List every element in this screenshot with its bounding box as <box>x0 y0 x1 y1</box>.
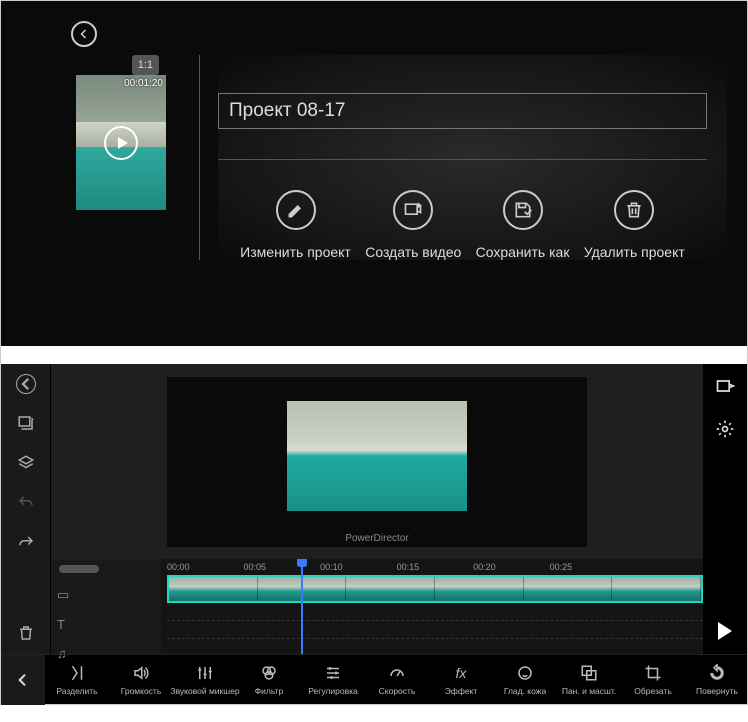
toolbar-back-button[interactable] <box>1 655 45 705</box>
adjust-icon <box>323 663 343 683</box>
speed-icon <box>387 663 407 683</box>
delete-button[interactable] <box>15 622 37 644</box>
text-track-icon: T <box>57 617 155 632</box>
filter-button[interactable]: Фильтр <box>237 663 301 696</box>
timeline[interactable]: 00:00 00:05 00:10 00:15 00:20 00:25 <box>161 559 703 654</box>
panzoom-icon <box>579 663 599 683</box>
split-button[interactable]: Разделить <box>45 663 109 696</box>
preview-area[interactable]: PowerDirector <box>167 377 587 547</box>
play-icon <box>104 126 138 160</box>
effect-button[interactable]: fx Эффект <box>429 663 493 696</box>
project-duration: 00:01:20 <box>124 78 163 89</box>
filter-icon <box>259 663 279 683</box>
playhead[interactable] <box>301 559 303 654</box>
play-button[interactable] <box>718 622 732 640</box>
mixer-icon <box>195 663 215 683</box>
volume-button[interactable]: Громкость <box>109 663 173 696</box>
export-button[interactable] <box>715 376 735 401</box>
film-export-icon <box>393 190 433 230</box>
aspect-ratio-badge: 1:1 <box>132 55 159 75</box>
back-button[interactable] <box>71 21 97 47</box>
media-library-button[interactable] <box>15 412 37 434</box>
trash-icon <box>614 190 654 230</box>
speed-button[interactable]: Скорость <box>365 663 429 696</box>
panzoom-button[interactable]: Пан. и масшт. <box>557 663 621 696</box>
crop-icon <box>643 663 663 683</box>
effect-icon: fx <box>451 663 471 683</box>
editor-back-button[interactable] <box>16 374 36 394</box>
rotate-button[interactable]: Повернуть <box>685 663 747 696</box>
produce-video-button[interactable]: Создать видео <box>365 190 461 260</box>
audio-track[interactable] <box>167 621 703 639</box>
drag-handle[interactable] <box>59 565 99 573</box>
pencil-icon <box>276 190 316 230</box>
project-title-input[interactable] <box>218 93 707 129</box>
preview-frame <box>287 401 467 511</box>
video-clip[interactable] <box>167 575 703 603</box>
divider <box>199 55 200 260</box>
volume-icon <box>131 663 151 683</box>
settings-button[interactable] <box>715 419 735 444</box>
save-icon <box>503 190 543 230</box>
layers-button[interactable] <box>15 452 37 474</box>
project-thumbnail[interactable]: 00:01:20 <box>76 75 166 210</box>
edit-project-button[interactable]: Изменить проект <box>240 190 351 260</box>
save-as-button[interactable]: Сохранить как <box>476 190 570 260</box>
undo-button[interactable] <box>15 492 37 514</box>
video-track-icon: ▭ <box>57 587 155 603</box>
mixer-button[interactable]: Звуковой микшер <box>173 663 237 696</box>
crop-button[interactable]: Обрезать <box>621 663 685 696</box>
adjust-button[interactable]: Регулировка <box>301 663 365 696</box>
text-track[interactable] <box>167 603 703 621</box>
face-icon <box>515 663 535 683</box>
delete-project-button[interactable]: Удалить проект <box>584 190 685 260</box>
skin-button[interactable]: Глад. кожа <box>493 663 557 696</box>
rotate-icon <box>707 663 727 683</box>
time-ruler: 00:00 00:05 00:10 00:15 00:20 00:25 <box>161 559 703 575</box>
watermark: PowerDirector <box>345 533 408 544</box>
audio-track-icon: ♫ <box>57 646 155 661</box>
split-icon <box>67 663 87 683</box>
divider <box>218 159 707 160</box>
redo-button[interactable] <box>15 532 37 554</box>
